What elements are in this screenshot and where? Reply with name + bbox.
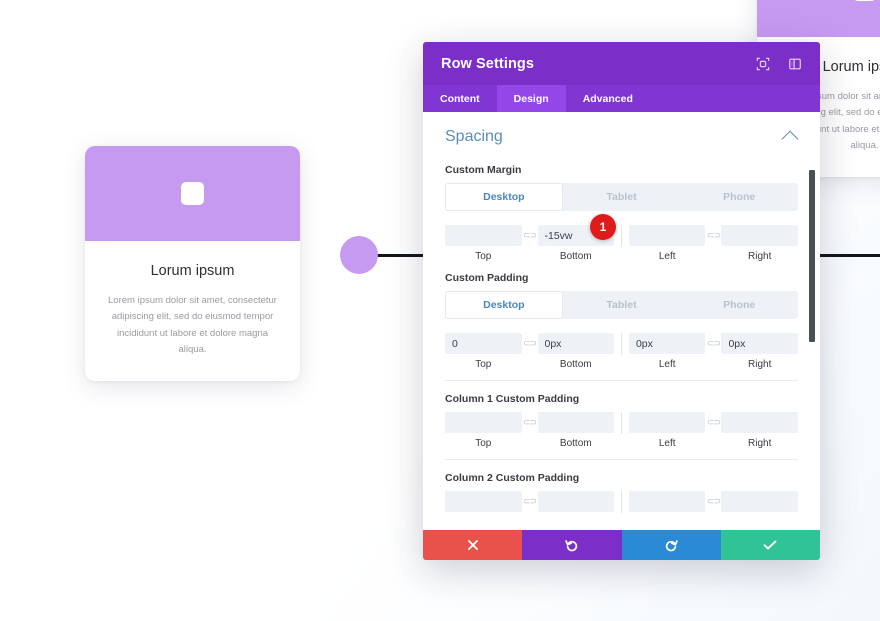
modal-tabs: Content Design Advanced	[423, 85, 820, 112]
padding-right-input[interactable]	[721, 333, 798, 354]
link-values-icon[interactable]: ⊂⊃	[522, 412, 538, 433]
modal-footer	[423, 530, 820, 560]
padding-right-caption: Right	[748, 359, 772, 370]
device-phone-padding[interactable]: Phone	[680, 291, 798, 319]
device-phone-margin[interactable]: Phone	[680, 183, 798, 211]
device-toggle-padding: Desktop Tablet Phone	[445, 291, 798, 319]
divider	[445, 380, 798, 381]
group-custom-padding: Custom Padding Desktop Tablet Phone Top …	[445, 272, 798, 381]
link-values-icon[interactable]: ⊂⊃	[705, 225, 721, 246]
redo-button[interactable]	[621, 530, 721, 560]
row-settings-modal: Row Settings Content Design Advanced Spa…	[423, 42, 820, 560]
column1-top-input[interactable]	[445, 412, 522, 433]
connector-node-circle	[340, 236, 378, 274]
divider	[621, 225, 622, 247]
column1-left-caption: Left	[658, 438, 676, 449]
column1-right-input[interactable]	[721, 412, 798, 433]
scrollbar-thumb[interactable]	[809, 170, 815, 342]
page-canvas: Lorum ipsum Lorem ipsum dolor sit amet, …	[0, 0, 880, 621]
rounded-square-icon	[181, 182, 204, 205]
feature-card-header	[85, 146, 300, 241]
rounded-square-icon	[853, 0, 876, 1]
margin-right-caption: Right	[748, 251, 772, 262]
device-desktop-margin[interactable]: Desktop	[445, 183, 563, 211]
save-button[interactable]	[720, 530, 820, 560]
check-icon	[763, 539, 777, 551]
link-values-icon[interactable]: ⊂⊃	[522, 225, 538, 246]
margin-right-input[interactable]	[721, 225, 798, 246]
device-desktop-padding[interactable]: Desktop	[445, 291, 563, 319]
close-icon	[467, 539, 479, 551]
margin-left-input[interactable]	[628, 225, 706, 246]
undo-button[interactable]	[522, 530, 622, 560]
modal-title: Row Settings	[441, 55, 535, 72]
chevron-up-icon[interactable]	[781, 130, 799, 147]
column1-top-caption: Top	[475, 438, 492, 449]
focus-target-icon[interactable]	[756, 57, 770, 71]
padding-top-input[interactable]	[445, 333, 522, 354]
margin-top-input[interactable]	[445, 225, 522, 246]
cancel-button[interactable]	[423, 530, 523, 560]
link-values-icon[interactable]: ⊂⊃	[705, 333, 721, 354]
step-badge-1: 1	[590, 214, 616, 240]
redo-icon	[664, 538, 678, 552]
column2-right-input[interactable]	[721, 491, 798, 512]
group-label-column2-padding: Column 2 Custom Padding	[445, 472, 580, 484]
tab-design[interactable]: Design	[496, 85, 566, 112]
group-column2-padding: Column 2 Custom Padding ⊂⊃ ⊂⊃	[445, 472, 798, 513]
divider	[621, 412, 622, 434]
modal-header: Row Settings	[423, 42, 820, 85]
link-values-icon[interactable]: ⊂⊃	[522, 333, 538, 354]
feature-card-right-header	[757, 0, 880, 37]
margin-left-caption: Left	[658, 251, 676, 262]
padding-bottom-caption: Bottom	[559, 359, 592, 370]
link-values-icon[interactable]: ⊂⊃	[705, 491, 721, 512]
feature-card-body: Lorum ipsum Lorem ipsum dolor sit amet, …	[85, 241, 300, 368]
feature-card-left: Lorum ipsum Lorem ipsum dolor sit amet, …	[85, 146, 300, 381]
group-label-column1-padding: Column 1 Custom Padding	[445, 393, 580, 405]
column2-top-input[interactable]	[445, 491, 522, 512]
tab-advanced[interactable]: Advanced	[566, 85, 650, 112]
divider	[621, 333, 622, 355]
group-label-custom-padding: Custom Padding	[445, 272, 529, 284]
link-values-icon[interactable]: ⊂⊃	[705, 412, 721, 433]
column1-bottom-input[interactable]	[537, 412, 614, 433]
column2-fields-row: ⊂⊃ ⊂⊃	[445, 491, 798, 513]
padding-left-caption: Left	[658, 359, 676, 370]
padding-fields-row: Top ⊂⊃ Bottom Left	[445, 333, 798, 370]
device-toggle-margin: Desktop Tablet Phone	[445, 183, 798, 211]
feature-card-title: Lorum ipsum	[150, 263, 235, 279]
group-column1-padding: Column 1 Custom Padding Top ⊂⊃ Bottom Le…	[445, 393, 798, 460]
column1-left-input[interactable]	[628, 412, 706, 433]
margin-bottom-caption: Bottom	[559, 251, 592, 262]
padding-top-caption: Top	[475, 359, 492, 370]
group-custom-margin: Custom Margin Desktop Tablet Phone Top ⊂…	[445, 164, 798, 262]
group-label-custom-margin: Custom Margin	[445, 164, 522, 176]
section-title-spacing: Spacing	[445, 128, 503, 145]
link-values-icon[interactable]: ⊂⊃	[522, 491, 538, 512]
divider	[445, 459, 798, 460]
margin-fields-row: Top ⊂⊃ Bottom Left	[445, 225, 798, 262]
settings-scroll-area: Spacing Custom Margin Desktop Tablet Pho…	[423, 112, 820, 530]
device-tablet-padding[interactable]: Tablet	[563, 291, 681, 319]
modal-body: Spacing Custom Margin Desktop Tablet Pho…	[423, 112, 820, 530]
spacing-section-header[interactable]: Spacing	[445, 112, 799, 160]
panel-layout-icon[interactable]	[788, 57, 802, 71]
modal-header-icons	[756, 57, 802, 71]
settings-scrollbar[interactable]	[808, 112, 816, 530]
divider	[621, 491, 622, 513]
tab-content[interactable]: Content	[423, 85, 497, 112]
column2-bottom-input[interactable]	[537, 491, 614, 512]
column1-bottom-caption: Bottom	[559, 438, 592, 449]
padding-left-input[interactable]	[628, 333, 706, 354]
column1-right-caption: Right	[748, 438, 772, 449]
device-tablet-margin[interactable]: Tablet	[563, 183, 681, 211]
margin-top-caption: Top	[475, 251, 492, 262]
column2-left-input[interactable]	[628, 491, 706, 512]
undo-icon	[565, 538, 579, 552]
feature-card-text: Lorem ipsum dolor sit amet, consectetur …	[108, 295, 277, 355]
column1-fields-row: Top ⊂⊃ Bottom Left ⊂⊃ Right	[445, 412, 798, 449]
padding-bottom-input[interactable]	[537, 333, 614, 354]
